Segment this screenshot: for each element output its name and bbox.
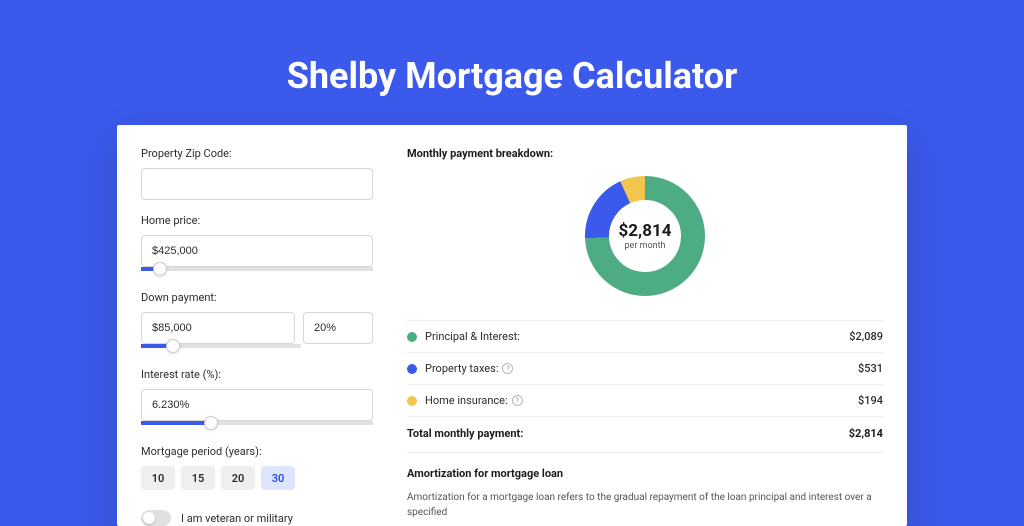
home-price-slider[interactable] xyxy=(141,267,373,271)
help-icon[interactable]: ? xyxy=(502,363,513,374)
legend-principal: Principal & Interest: $2,089 xyxy=(407,320,883,352)
down-payment-slider[interactable] xyxy=(141,344,301,348)
down-payment-input[interactable] xyxy=(141,312,295,344)
legend-amount: $2,089 xyxy=(849,330,883,343)
slider-thumb[interactable] xyxy=(204,416,218,430)
veteran-toggle[interactable] xyxy=(141,510,171,526)
page-title: Shelby Mortgage Calculator xyxy=(0,55,1024,97)
donut-center: $2,814 per month xyxy=(619,221,672,251)
legend-taxes: Property taxes: ? $531 xyxy=(407,352,883,384)
home-price-input[interactable] xyxy=(141,235,373,267)
legend-total: Total monthly payment: $2,814 xyxy=(407,416,883,452)
interest-label: Interest rate (%): xyxy=(141,368,373,381)
period-btn-30[interactable]: 30 xyxy=(261,466,295,490)
legend-amount: $194 xyxy=(858,394,883,407)
interest-input[interactable] xyxy=(141,389,373,421)
legend-label: Home insurance: xyxy=(425,394,508,407)
legend-label: Property taxes: xyxy=(425,362,498,375)
total-amount: $2,814 xyxy=(849,427,883,440)
period-button-group: 10 15 20 30 xyxy=(141,466,373,490)
dot-icon xyxy=(407,396,417,406)
period-label: Mortgage period (years): xyxy=(141,445,373,458)
period-btn-15[interactable]: 15 xyxy=(181,466,215,490)
interest-slider[interactable] xyxy=(141,421,373,425)
slider-thumb[interactable] xyxy=(166,339,180,353)
period-btn-10[interactable]: 10 xyxy=(141,466,175,490)
breakdown-title: Monthly payment breakdown: xyxy=(407,147,883,160)
period-btn-20[interactable]: 20 xyxy=(221,466,255,490)
dot-icon xyxy=(407,364,417,374)
amortization-title: Amortization for mortgage loan xyxy=(407,467,883,480)
home-price-label: Home price: xyxy=(141,214,373,227)
zip-input[interactable] xyxy=(141,168,373,200)
calculator-card: Property Zip Code: Home price: Down paym… xyxy=(117,125,907,526)
down-payment-label: Down payment: xyxy=(141,291,373,304)
down-payment-pct-input[interactable] xyxy=(303,312,373,344)
legend-insurance: Home insurance: ? $194 xyxy=(407,384,883,416)
amortization-text: Amortization for a mortgage loan refers … xyxy=(407,490,883,520)
amortization-section: Amortization for mortgage loan Amortizat… xyxy=(407,452,883,520)
breakdown-panel: Monthly payment breakdown: $2,814 per mo… xyxy=(397,125,907,526)
zip-label: Property Zip Code: xyxy=(141,147,373,160)
dot-icon xyxy=(407,332,417,342)
total-label: Total monthly payment: xyxy=(407,427,523,440)
donut-sub: per month xyxy=(619,241,672,251)
donut-amount: $2,814 xyxy=(619,221,672,241)
donut-chart: $2,814 per month xyxy=(581,172,709,300)
legend-label: Principal & Interest: xyxy=(425,330,520,343)
help-icon[interactable]: ? xyxy=(512,395,523,406)
veteran-label: I am veteran or military xyxy=(181,512,293,525)
toggle-knob xyxy=(143,512,155,524)
legend-amount: $531 xyxy=(858,362,883,375)
form-panel: Property Zip Code: Home price: Down paym… xyxy=(117,125,397,526)
slider-thumb[interactable] xyxy=(153,262,167,276)
